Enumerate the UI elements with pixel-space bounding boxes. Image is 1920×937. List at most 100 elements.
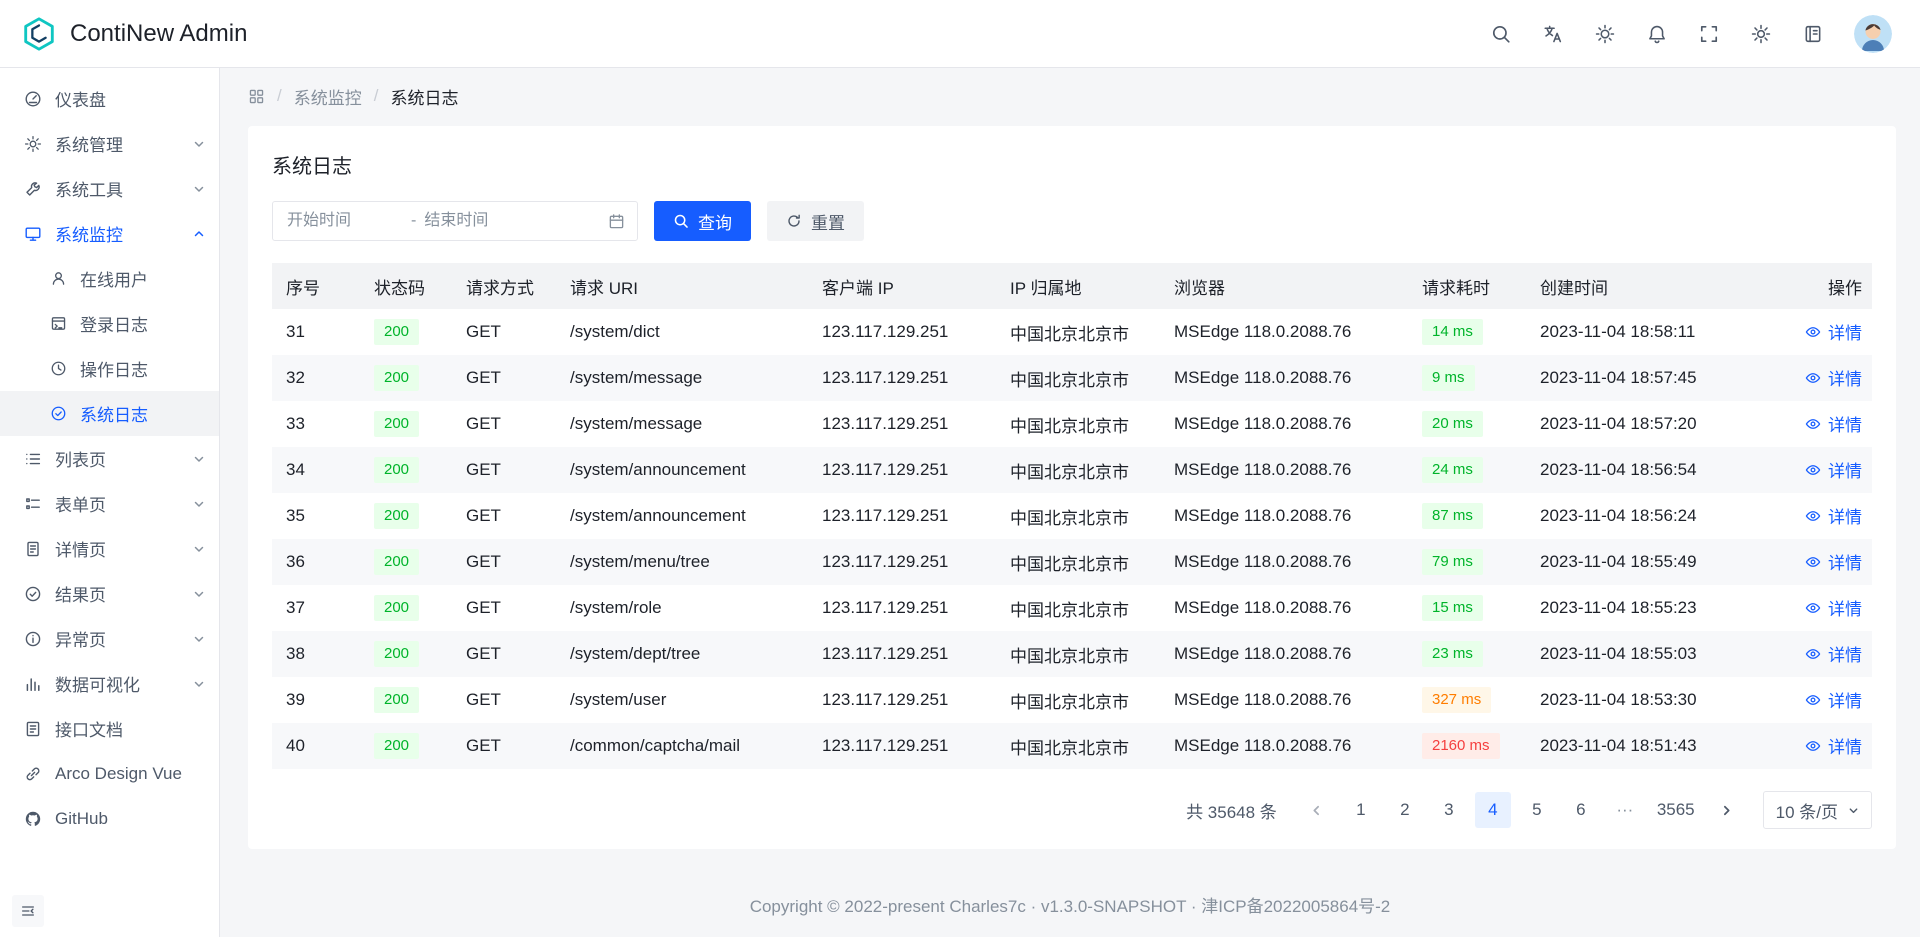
page-list: 123456···3565 <box>1343 792 1701 828</box>
translate-icon[interactable] <box>1542 23 1564 45</box>
eye-icon <box>1805 462 1821 478</box>
detail-link[interactable]: 详情 <box>1805 641 1862 666</box>
sidebar-item-system-tools[interactable]: 系统工具 <box>0 166 219 211</box>
sidebar-item-system-management[interactable]: 系统管理 <box>0 121 219 166</box>
sidebar-item-system-logs[interactable]: 系统日志 <box>0 391 219 436</box>
cell-uri: /system/role <box>556 585 808 631</box>
notifications-bell-icon[interactable] <box>1646 23 1668 45</box>
sidebar-item-online-users[interactable]: 在线用户 <box>0 256 219 301</box>
cell-index: 40 <box>272 723 360 769</box>
refresh-icon <box>786 213 802 229</box>
chevron-down-icon <box>193 588 205 600</box>
link-icon <box>24 765 42 783</box>
table-row: 32 200 GET /system/message 123.117.129.2… <box>272 355 1872 401</box>
sidebar-item-label: 详情页 <box>55 536 180 561</box>
cell-uri: /system/dict <box>556 309 808 355</box>
search-icon[interactable] <box>1490 23 1512 45</box>
detail-link[interactable]: 详情 <box>1805 549 1862 574</box>
sidebar-item-label: 列表页 <box>55 446 180 471</box>
sidebar-item-dashboard[interactable]: 仪表盘 <box>0 76 219 121</box>
detail-link[interactable]: 详情 <box>1805 687 1862 712</box>
sidebar-item-exception-page[interactable]: 异常页 <box>0 616 219 661</box>
breadcrumb-item-system-logs: 系统日志 <box>390 84 458 109</box>
cell-created-time: 2023-11-04 18:57:20 <box>1526 401 1784 447</box>
sidebar-item-label: 表单页 <box>55 491 180 516</box>
detail-link[interactable]: 详情 <box>1805 411 1862 436</box>
logo-area[interactable]: ContiNew Admin <box>20 15 247 53</box>
date-range-picker[interactable]: - <box>272 201 638 241</box>
settings-icon <box>24 135 42 153</box>
sidebar-item-detail-page[interactable]: 详情页 <box>0 526 219 571</box>
cell-status: 200 <box>360 723 452 769</box>
table-header-row: 序号 状态码 请求方式 请求 URI 客户端 IP IP 归属地 浏览器 请求耗… <box>272 263 1872 309</box>
cell-method: GET <box>452 401 556 447</box>
detail-link[interactable]: 详情 <box>1805 319 1862 344</box>
sidebar-item-api-docs[interactable]: 接口文档 <box>0 706 219 751</box>
cell-created-time: 2023-11-04 18:57:45 <box>1526 355 1784 401</box>
page-number[interactable]: 5 <box>1519 792 1555 828</box>
detail-link[interactable]: 详情 <box>1805 733 1862 758</box>
cell-action: 详情 <box>1784 677 1872 723</box>
reset-button-label: 重置 <box>811 209 845 234</box>
pagination-prev-button[interactable] <box>1299 792 1335 828</box>
page-number[interactable]: 6 <box>1563 792 1599 828</box>
cell-duration: 14 ms <box>1408 309 1526 355</box>
page-number[interactable]: 3 <box>1431 792 1467 828</box>
sidebar-item-data-visualization[interactable]: 数据可视化 <box>0 661 219 706</box>
duration-badge: 9 ms <box>1422 365 1475 391</box>
docs-book-icon[interactable] <box>1802 23 1824 45</box>
page-ellipsis[interactable]: ··· <box>1607 792 1643 828</box>
settings-gear-icon[interactable] <box>1750 23 1772 45</box>
page-number[interactable]: 2 <box>1387 792 1423 828</box>
apps-grid-icon[interactable] <box>248 88 265 105</box>
cell-method: GET <box>452 355 556 401</box>
sidebar-item-form-page[interactable]: 表单页 <box>0 481 219 526</box>
sidebar-item-operation-logs[interactable]: 操作日志 <box>0 346 219 391</box>
duration-badge: 79 ms <box>1422 549 1483 575</box>
search-button[interactable]: 查询 <box>654 201 751 241</box>
sidebar-item-result-page[interactable]: 结果页 <box>0 571 219 616</box>
detail-link[interactable]: 详情 <box>1805 457 1862 482</box>
cell-created-time: 2023-11-04 18:56:24 <box>1526 493 1784 539</box>
sidebar-item-label: 系统监控 <box>55 221 180 246</box>
page-size-select[interactable]: 10 条/页 <box>1763 791 1872 829</box>
breadcrumb-item-system-monitor[interactable]: 系统监控 <box>294 84 362 109</box>
status-badge: 200 <box>374 365 419 391</box>
range-separator: - <box>411 212 416 230</box>
cell-client-ip: 123.117.129.251 <box>808 631 996 677</box>
reset-button[interactable]: 重置 <box>767 201 864 241</box>
sidebar-item-label: 接口文档 <box>55 716 205 741</box>
result-page-icon <box>24 585 42 603</box>
detail-link-label: 详情 <box>1828 687 1862 712</box>
detail-link[interactable]: 详情 <box>1805 595 1862 620</box>
dashboard-icon <box>24 90 42 108</box>
end-time-input[interactable] <box>422 211 542 231</box>
sidebar-collapse-button[interactable] <box>12 895 44 927</box>
sidebar-item-list-page[interactable]: 列表页 <box>0 436 219 481</box>
sidebar-item-github[interactable]: GitHub <box>0 796 219 841</box>
fullscreen-icon[interactable] <box>1698 23 1720 45</box>
detail-link[interactable]: 详情 <box>1805 503 1862 528</box>
cell-uri: /system/user <box>556 677 808 723</box>
theme-sun-icon[interactable] <box>1594 23 1616 45</box>
table-row: 40 200 GET /common/captcha/mail 123.117.… <box>272 723 1872 769</box>
sidebar-item-system-monitor[interactable]: 系统监控 <box>0 211 219 256</box>
chevron-down-icon <box>193 678 205 690</box>
cell-index: 32 <box>272 355 360 401</box>
cell-method: GET <box>452 677 556 723</box>
sidebar-item-login-logs[interactable]: 登录日志 <box>0 301 219 346</box>
detail-link[interactable]: 详情 <box>1805 365 1862 390</box>
col-header-created-time: 创建时间 <box>1526 263 1784 309</box>
page-number[interactable]: 4 <box>1475 792 1511 828</box>
eye-icon <box>1805 738 1821 754</box>
breadcrumb-separator: / <box>374 86 379 106</box>
page-number[interactable]: 1 <box>1343 792 1379 828</box>
duration-badge: 15 ms <box>1422 595 1483 621</box>
col-header-client-ip: 客户端 IP <box>808 263 996 309</box>
avatar[interactable] <box>1854 15 1892 53</box>
start-time-input[interactable] <box>285 211 405 231</box>
page-number[interactable]: 3565 <box>1651 792 1701 828</box>
sidebar-item-arco-design-vue[interactable]: Arco Design Vue <box>0 751 219 796</box>
menu-fold-icon <box>20 903 36 919</box>
pagination-next-button[interactable] <box>1709 792 1745 828</box>
